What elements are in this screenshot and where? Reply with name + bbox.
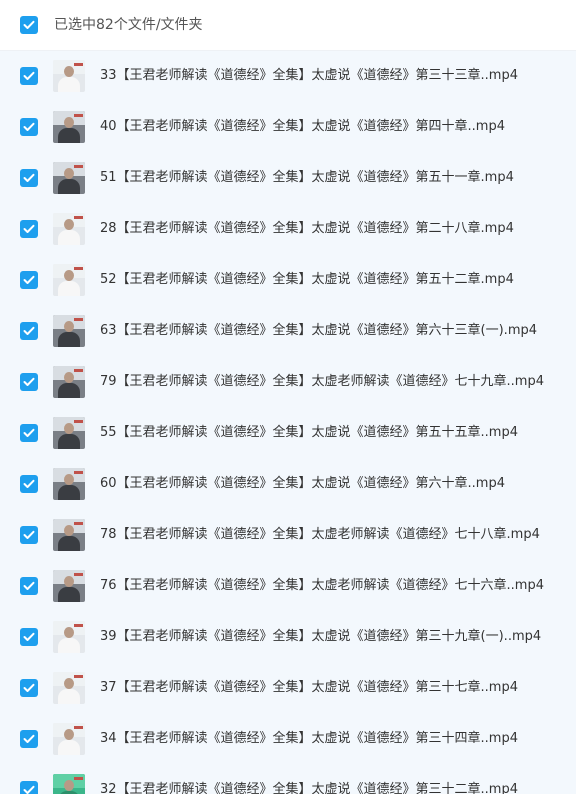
file-name: 40【王君老师解读《道德经》全集】太虚说《道德经》第四十章..mp4 — [100, 119, 505, 134]
file-row[interactable]: 60【王君老师解读《道德经》全集】太虚说《道德经》第六十章..mp4 — [0, 459, 576, 510]
file-name: 39【王君老师解读《道德经》全集】太虚说《道德经》第三十九章(一)..mp4 — [100, 629, 542, 644]
checkmark-icon — [23, 683, 35, 692]
file-checkbox[interactable] — [20, 526, 38, 544]
video-thumbnail — [53, 111, 85, 143]
file-checkbox[interactable] — [20, 373, 38, 391]
file-row[interactable]: 33【王君老师解读《道德经》全集】太虚说《道德经》第三十三章..mp4 — [0, 51, 576, 102]
checkmark-icon — [23, 632, 35, 641]
checkmark-icon — [23, 479, 35, 488]
file-name: 37【王君老师解读《道德经》全集】太虚说《道德经》第三十七章..mp4 — [100, 680, 518, 695]
checkmark-icon — [23, 785, 35, 794]
file-checkbox[interactable] — [20, 424, 38, 442]
checkmark-icon — [23, 20, 35, 29]
file-name: 79【王君老师解读《道德经》全集】太虚老师解读《道德经》七十九章..mp4 — [100, 374, 544, 389]
file-row[interactable]: 40【王君老师解读《道德经》全集】太虚说《道德经》第四十章..mp4 — [0, 102, 576, 153]
file-name: 76【王君老师解读《道德经》全集】太虚老师解读《道德经》七十六章..mp4 — [100, 578, 544, 593]
video-thumbnail — [53, 213, 85, 245]
file-name: 32【王君老师解读《道德经》全集】太虚说《道德经》第三十二章..mp4 — [100, 782, 518, 794]
file-checkbox[interactable] — [20, 322, 38, 340]
file-list: 33【王君老师解读《道德经》全集】太虚说《道德经》第三十三章..mp4 40【王君… — [0, 51, 576, 794]
file-name: 63【王君老师解读《道德经》全集】太虚说《道德经》第六十三章(一).mp4 — [100, 323, 538, 338]
checkmark-icon — [23, 71, 35, 80]
file-row[interactable]: 55【王君老师解读《道德经》全集】太虚说《道德经》第五十五章..mp4 — [0, 408, 576, 459]
checkmark-icon — [23, 224, 35, 233]
video-thumbnail — [53, 366, 85, 398]
video-thumbnail — [53, 264, 85, 296]
file-row[interactable]: 37【王君老师解读《道德经》全集】太虚说《道德经》第三十七章..mp4 — [0, 663, 576, 714]
video-thumbnail — [53, 774, 85, 794]
checkmark-icon — [23, 122, 35, 131]
file-name: 60【王君老师解读《道德经》全集】太虚说《道德经》第六十章..mp4 — [100, 476, 505, 491]
file-name: 55【王君老师解读《道德经》全集】太虚说《道德经》第五十五章..mp4 — [100, 425, 518, 440]
file-row[interactable]: 32【王君老师解读《道德经》全集】太虚说《道德经》第三十二章..mp4 — [0, 765, 576, 794]
video-thumbnail — [53, 315, 85, 347]
file-checkbox[interactable] — [20, 679, 38, 697]
video-thumbnail — [53, 468, 85, 500]
selection-header: 已选中82个文件/文件夹 — [0, 0, 576, 51]
checkmark-icon — [23, 530, 35, 539]
file-checkbox[interactable] — [20, 271, 38, 289]
checkmark-icon — [23, 377, 35, 386]
video-thumbnail — [53, 60, 85, 92]
checkmark-icon — [23, 581, 35, 590]
video-thumbnail — [53, 672, 85, 704]
file-row[interactable]: 52【王君老师解读《道德经》全集】太虚说《道德经》第五十二章.mp4 — [0, 255, 576, 306]
video-thumbnail — [53, 417, 85, 449]
file-name: 28【王君老师解读《道德经》全集】太虚说《道德经》第二十八章.mp4 — [100, 221, 514, 236]
checkmark-icon — [23, 275, 35, 284]
checkmark-icon — [23, 326, 35, 335]
file-name: 52【王君老师解读《道德经》全集】太虚说《道德经》第五十二章.mp4 — [100, 272, 514, 287]
file-row[interactable]: 39【王君老师解读《道德经》全集】太虚说《道德经》第三十九章(一)..mp4 — [0, 612, 576, 663]
file-name: 51【王君老师解读《道德经》全集】太虚说《道德经》第五十一章.mp4 — [100, 170, 514, 185]
video-thumbnail — [53, 723, 85, 755]
checkmark-icon — [23, 173, 35, 182]
file-checkbox[interactable] — [20, 67, 38, 85]
video-thumbnail — [53, 570, 85, 602]
file-row[interactable]: 76【王君老师解读《道德经》全集】太虚老师解读《道德经》七十六章..mp4 — [0, 561, 576, 612]
video-thumbnail — [53, 621, 85, 653]
file-name: 33【王君老师解读《道德经》全集】太虚说《道德经》第三十三章..mp4 — [100, 68, 518, 83]
file-checkbox[interactable] — [20, 118, 38, 136]
file-row[interactable]: 28【王君老师解读《道德经》全集】太虚说《道德经》第二十八章.mp4 — [0, 204, 576, 255]
file-name: 78【王君老师解读《道德经》全集】太虚老师解读《道德经》七十八章.mp4 — [100, 527, 540, 542]
file-checkbox[interactable] — [20, 577, 38, 595]
selection-count-text: 已选中82个文件/文件夹 — [54, 17, 203, 33]
checkmark-icon — [23, 734, 35, 743]
file-name: 34【王君老师解读《道德经》全集】太虚说《道德经》第三十四章..mp4 — [100, 731, 518, 746]
file-checkbox[interactable] — [20, 475, 38, 493]
file-row[interactable]: 63【王君老师解读《道德经》全集】太虚说《道德经》第六十三章(一).mp4 — [0, 306, 576, 357]
file-checkbox[interactable] — [20, 220, 38, 238]
file-checkbox[interactable] — [20, 781, 38, 794]
video-thumbnail — [53, 162, 85, 194]
select-all-checkbox[interactable] — [20, 16, 38, 34]
file-row[interactable]: 51【王君老师解读《道德经》全集】太虚说《道德经》第五十一章.mp4 — [0, 153, 576, 204]
file-checkbox[interactable] — [20, 169, 38, 187]
file-row[interactable]: 79【王君老师解读《道德经》全集】太虚老师解读《道德经》七十九章..mp4 — [0, 357, 576, 408]
file-row[interactable]: 34【王君老师解读《道德经》全集】太虚说《道德经》第三十四章..mp4 — [0, 714, 576, 765]
file-checkbox[interactable] — [20, 730, 38, 748]
checkmark-icon — [23, 428, 35, 437]
video-thumbnail — [53, 519, 85, 551]
file-checkbox[interactable] — [20, 628, 38, 646]
file-row[interactable]: 78【王君老师解读《道德经》全集】太虚老师解读《道德经》七十八章.mp4 — [0, 510, 576, 561]
